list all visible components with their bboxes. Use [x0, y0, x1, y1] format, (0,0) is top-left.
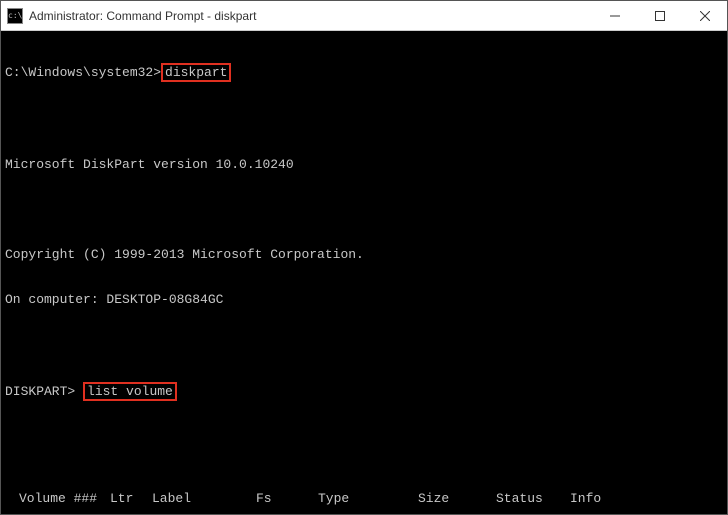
header-info: Info [570, 491, 640, 506]
maximize-button[interactable] [637, 1, 682, 30]
blank-line [5, 337, 723, 352]
cmd-diskpart: diskpart [161, 63, 231, 82]
version-line: Microsoft DiskPart version 10.0.10240 [5, 157, 723, 172]
window-title: Administrator: Command Prompt - diskpart [29, 9, 592, 23]
titlebar: c:\ Administrator: Command Prompt - disk… [1, 1, 727, 31]
close-button[interactable] [682, 1, 727, 30]
command-prompt-window: c:\ Administrator: Command Prompt - disk… [0, 0, 728, 515]
computer-line: On computer: DESKTOP-08G84GC [5, 292, 723, 307]
volume-header-row: Volume ### Ltr Label Fs Type Size Status… [5, 491, 723, 506]
console-area[interactable]: C:\Windows\system32>diskpart Microsoft D… [1, 31, 727, 514]
header-ltr: Ltr [110, 491, 152, 506]
header-volume-num: Volume ### [5, 491, 110, 506]
header-status: Status [486, 491, 570, 506]
cmd-list-volume: list volume [83, 382, 177, 401]
blank-line [5, 202, 723, 217]
system32-prompt: C:\Windows\system32> [5, 65, 161, 80]
blank-line [5, 112, 723, 127]
close-icon [700, 11, 710, 21]
minimize-button[interactable] [592, 1, 637, 30]
maximize-icon [655, 11, 665, 21]
copyright-line: Copyright (C) 1999-2013 Microsoft Corpor… [5, 247, 723, 262]
header-type: Type [318, 491, 418, 506]
prompt-line-list: DISKPART> list volume [5, 382, 723, 401]
prompt-line-initial: C:\Windows\system32>diskpart [5, 63, 723, 82]
minimize-icon [610, 11, 620, 21]
blank-line [5, 431, 723, 446]
header-size: Size [418, 491, 486, 506]
app-icon: c:\ [7, 8, 23, 24]
header-fs: Fs [256, 491, 318, 506]
diskpart-prompt: DISKPART> [5, 384, 75, 399]
header-label: Label [152, 491, 256, 506]
